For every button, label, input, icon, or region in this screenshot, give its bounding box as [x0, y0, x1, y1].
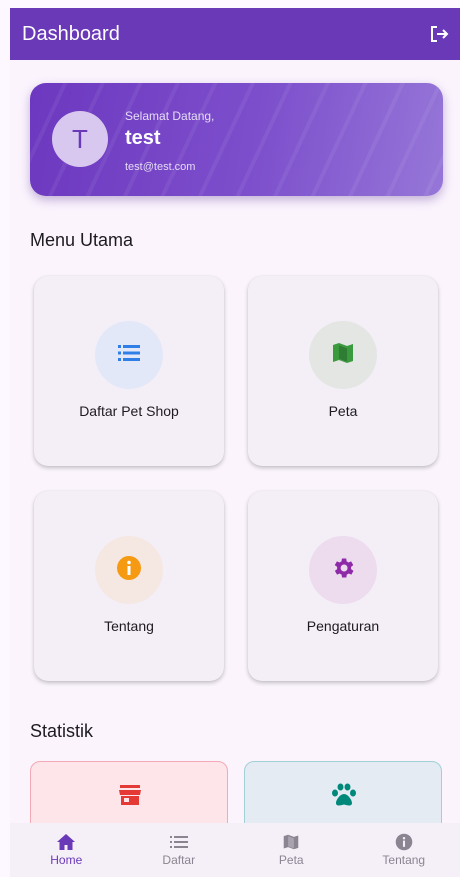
menu-card-daftar-pet-shop[interactable]: Daftar Pet Shop [34, 276, 224, 466]
home-icon [56, 833, 76, 851]
list-icon [169, 833, 189, 851]
user-name: test [125, 127, 161, 149]
menu-icon-circle [309, 321, 377, 389]
nav-item-daftar[interactable]: Daftar [123, 823, 236, 877]
menu-label: Pengaturan [306, 618, 380, 634]
store-icon [117, 782, 143, 808]
welcome-card: T Selamat Datang, test test@test.com [30, 83, 443, 196]
menu-label: Daftar Pet Shop [79, 403, 179, 419]
nav-item-home[interactable]: Home [10, 823, 123, 877]
menu-card-tentang[interactable]: Tentang [34, 491, 224, 681]
menu-icon-circle [95, 536, 163, 604]
main-content: T Selamat Datang, test test@test.com Men… [10, 60, 460, 823]
menu-icon-circle [95, 321, 163, 389]
stat-card-animals [244, 761, 442, 823]
menu-section-title: Menu Utama [30, 230, 134, 250]
menu-card-peta[interactable]: Peta [248, 276, 438, 466]
app-bar: Dashboard [10, 8, 460, 60]
nav-item-tentang[interactable]: Tentang [348, 823, 460, 877]
gear-icon [330, 555, 356, 586]
welcome-greeting: Selamat Datang, [125, 109, 215, 123]
map-icon [332, 342, 354, 369]
bottom-navigation: Home Daftar Peta Tentang [10, 823, 460, 877]
info-icon [394, 833, 414, 851]
nav-label: Tentang [382, 853, 426, 867]
nav-label: Daftar [162, 853, 196, 867]
logout-icon[interactable] [428, 23, 450, 45]
menu-label: Tentang [104, 618, 154, 634]
nav-item-peta[interactable]: Peta [235, 823, 348, 877]
page-title: Dashboard [22, 22, 120, 45]
nav-label: Peta [278, 853, 304, 867]
user-email: test@test.com [125, 161, 196, 173]
stat-card-pet-shop [30, 761, 228, 823]
menu-icon-circle [309, 536, 377, 604]
paw-icon [331, 782, 357, 808]
nav-label: Home [50, 853, 83, 867]
list-icon [118, 344, 140, 366]
map-icon [281, 833, 301, 851]
menu-card-pengaturan[interactable]: Pengaturan [248, 491, 438, 681]
menu-label: Peta [328, 403, 358, 419]
stats-section-title: Statistik [30, 721, 94, 741]
info-icon [116, 555, 142, 586]
avatar: T [52, 111, 108, 167]
